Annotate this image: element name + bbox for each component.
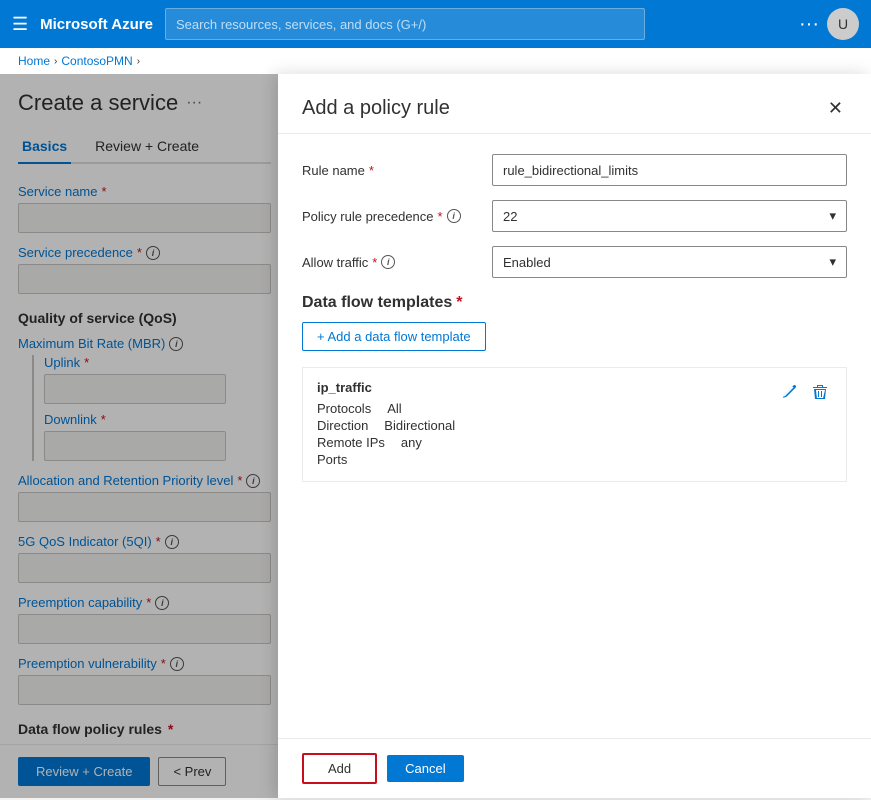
breadcrumb: Home › ContosoPMN › [0,48,871,74]
allow-traffic-select[interactable]: Enabled ▾ [492,246,847,278]
precedence-label: Policy rule precedence * i [302,209,482,224]
template-card: ip_traffic Protocols All Direction Bidir… [302,367,847,482]
rule-name-row: Rule name * [302,154,847,186]
delete-icon [812,384,828,400]
allow-traffic-label: Allow traffic * i [302,255,482,270]
more-options-icon[interactable]: ··· [799,13,819,36]
breadcrumb-separator-2: › [137,56,140,67]
breadcrumb-parent[interactable]: ContosoPMN [61,54,132,68]
rule-name-input[interactable] [492,154,847,186]
precedence-chevron-icon: ▾ [829,208,836,224]
template-direction: Direction Bidirectional [317,418,455,433]
precedence-select[interactable]: 22 ▾ [492,200,847,232]
dialog-footer: Add Cancel [278,738,871,798]
allow-traffic-info-icon[interactable]: i [381,255,395,269]
main-layout: Create a service ··· Basics Review + Cre… [0,74,871,798]
search-bar[interactable] [165,8,645,40]
precedence-info-icon[interactable]: i [447,209,461,223]
topnav-right: ··· U [799,8,859,40]
breadcrumb-separator-1: › [54,56,57,67]
dialog-title: Add a policy rule [302,97,450,120]
template-delete-button[interactable] [808,380,832,409]
dialog-close-button[interactable]: ✕ [824,94,847,123]
rule-name-label: Rule name * [302,163,482,178]
template-actions [776,380,832,409]
breadcrumb-home[interactable]: Home [18,54,50,68]
template-remote-ips: Remote IPs any [317,435,455,450]
precedence-row: Policy rule precedence * i 22 ▾ [302,200,847,232]
template-protocols: Protocols All [317,401,455,416]
template-ports: Ports [317,452,455,467]
edit-icon [780,384,796,400]
cancel-button[interactable]: Cancel [387,755,463,782]
data-flow-section: Data flow templates * + Add a data flow … [302,294,847,482]
template-name: ip_traffic [317,380,455,395]
topnav: ☰ Microsoft Azure ··· U [0,0,871,48]
add-button[interactable]: Add [302,753,377,784]
template-details: ip_traffic Protocols All Direction Bidir… [317,380,455,469]
dialog-header: Add a policy rule ✕ [278,74,871,134]
search-input[interactable] [176,17,634,32]
allow-traffic-row: Allow traffic * i Enabled ▾ [302,246,847,278]
data-flow-title: Data flow templates * [302,294,847,312]
add-template-button[interactable]: + Add a data flow template [302,322,486,351]
avatar[interactable]: U [827,8,859,40]
template-card-row: ip_traffic Protocols All Direction Bidir… [317,380,832,469]
dialog-body: Rule name * Policy rule precedence * i 2… [278,134,871,738]
allow-traffic-chevron-icon: ▾ [829,254,836,270]
add-policy-rule-dialog: Add a policy rule ✕ Rule name * Policy r… [278,74,871,798]
hamburger-icon[interactable]: ☰ [12,14,28,35]
template-edit-button[interactable] [776,380,800,409]
brand-logo: Microsoft Azure [40,16,153,33]
